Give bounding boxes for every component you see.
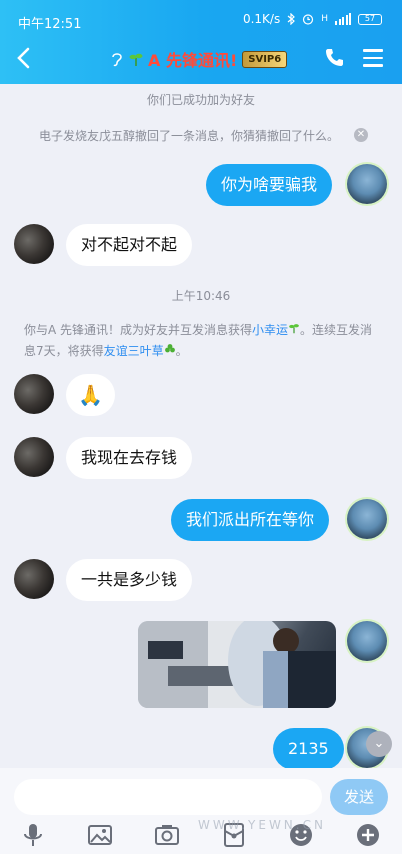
send-button[interactable]: 发送: [330, 779, 388, 815]
time-divider: 上午10:46: [171, 289, 231, 303]
photo-content: [138, 621, 336, 708]
scroll-down-icon[interactable]: ⌄: [366, 731, 392, 757]
avatar[interactable]: [347, 621, 387, 661]
message-bubble-received[interactable]: 🙏: [66, 374, 115, 416]
input-bar: 发送: [0, 768, 402, 854]
avatar[interactable]: [14, 224, 54, 264]
avatar[interactable]: [14, 437, 54, 477]
close-icon[interactable]: ✕: [354, 128, 368, 142]
bluetooth-icon: [287, 13, 296, 25]
message-bubble-received[interactable]: 对不起对不起: [66, 224, 193, 266]
clover-icon: [164, 344, 175, 353]
photo-message[interactable]: [138, 621, 336, 708]
chat-title-area[interactable]: A 先锋通讯! SVIP6: [110, 48, 288, 70]
battery-icon: 57: [358, 13, 382, 25]
friendship-notice: 你与A 先锋通讯！成为好友并互发消息获得小幸运 。连续互发消息7天，将获得友谊三叶…: [24, 320, 374, 362]
svip-badge: SVIP6: [242, 50, 288, 68]
friendship-text-1: 你与A 先锋通讯！成为好友并互发消息获得: [24, 323, 253, 337]
message-bubble-sent[interactable]: 2135: [273, 728, 344, 770]
chat-title: A 先锋通讯!: [148, 51, 238, 70]
ear-icon[interactable]: [110, 51, 124, 67]
microphone-icon[interactable]: [20, 822, 46, 848]
chevron-left-icon[interactable]: [14, 46, 34, 70]
image-icon[interactable]: [87, 822, 113, 848]
sprout-icon: [289, 324, 299, 334]
net-speed: 0.1K/s: [242, 12, 281, 26]
avatar[interactable]: [347, 499, 387, 539]
signal-icon: [335, 13, 351, 25]
message-input[interactable]: [14, 779, 322, 815]
message-bubble-received[interactable]: 一共是多少钱: [66, 559, 193, 601]
clover-link[interactable]: 友谊三叶草: [104, 344, 164, 358]
message-bubble-received[interactable]: 我现在去存钱: [66, 437, 193, 479]
alarm-icon: [303, 14, 314, 25]
menu-icon[interactable]: [363, 49, 383, 67]
plus-icon[interactable]: [355, 822, 381, 848]
recall-notice: 电子发烧友戊五醇撤回了一条消息，你猜猜撤回了什么。: [38, 129, 339, 143]
message-bubble-sent[interactable]: 你为啥要骗我: [206, 164, 333, 206]
status-time: 中午12:51: [18, 17, 82, 32]
phone-icon[interactable]: [324, 47, 344, 67]
lucky-link[interactable]: 小幸运: [252, 323, 288, 337]
watermark: WWW.YEWN.CN: [198, 818, 326, 832]
status-icons: 0.1K/s H 57: [243, 12, 382, 26]
avatar[interactable]: [14, 559, 54, 599]
message-bubble-sent[interactable]: 我们派出所在等你: [171, 499, 330, 541]
network-type: H: [321, 14, 328, 24]
avatar[interactable]: [14, 374, 54, 414]
added-friend-notice: 你们已成功加为好友: [146, 93, 255, 107]
camera-icon[interactable]: [154, 822, 180, 848]
sprout-icon: [129, 53, 143, 66]
friendship-text-3: 。: [175, 344, 188, 358]
chat-header: 中午12:51 0.1K/s H 57 A 先锋通讯! SVIP6: [0, 0, 402, 84]
status-bar: 中午12:51 0.1K/s H 57: [0, 0, 402, 44]
avatar[interactable]: [347, 164, 387, 204]
